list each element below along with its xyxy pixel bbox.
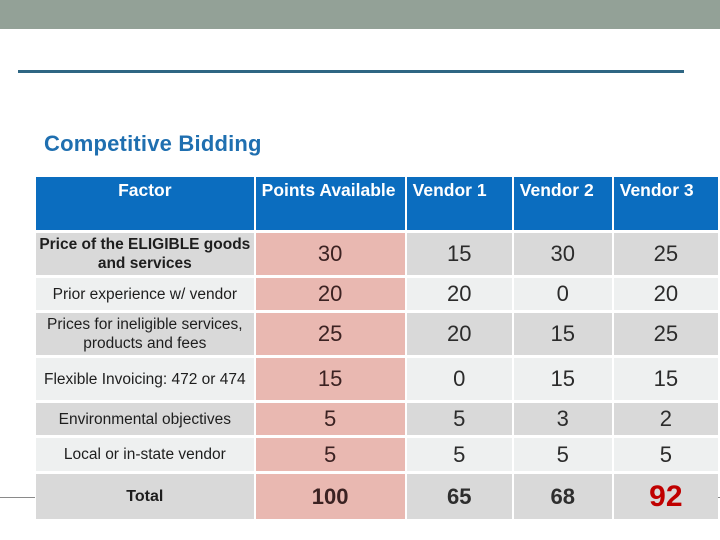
title-divider <box>18 70 684 73</box>
header-vendor-3: Vendor 3 <box>613 177 718 230</box>
vendor-1-cell: 20 <box>406 313 512 355</box>
vendor-3-cell: 2 <box>613 403 718 435</box>
points-cell: 20 <box>255 278 405 310</box>
vendor-1-cell: 15 <box>406 233 512 275</box>
vendor-1-cell: 5 <box>406 403 512 435</box>
vendor-2-cell: 15 <box>513 313 612 355</box>
header-vendor-2: Vendor 2 <box>513 177 612 230</box>
header-vendor-1: Vendor 1 <box>406 177 512 230</box>
slide-heading: Competitive Bidding <box>44 131 262 156</box>
factor-cell: Local or in-state vendor <box>36 438 254 471</box>
vendor-3-cell: 20 <box>613 278 718 310</box>
total-points: 100 <box>255 474 405 519</box>
bidding-table: Factor Points Available Vendor 1 Vendor … <box>34 174 720 522</box>
factor-cell: Flexible Invoicing: 472 or 474 <box>36 358 254 400</box>
total-label: Total <box>36 474 254 519</box>
table-row: Flexible Invoicing: 472 or 474 15 0 15 1… <box>36 358 718 400</box>
total-row: Total 100 65 68 92 <box>36 474 718 519</box>
table-row: Price of the ELIGIBLE goods and services… <box>36 233 718 275</box>
vendor-2-cell: 15 <box>513 358 612 400</box>
total-vendor-3-winner: 92 <box>613 474 718 519</box>
factor-cell: Price of the ELIGIBLE goods and services <box>36 233 254 275</box>
vendor-2-cell: 0 <box>513 278 612 310</box>
total-vendor-1: 65 <box>406 474 512 519</box>
vendor-3-cell: 25 <box>613 233 718 275</box>
vendor-3-cell: 25 <box>613 313 718 355</box>
vendor-2-cell: 5 <box>513 438 612 471</box>
vendor-1-cell: 20 <box>406 278 512 310</box>
points-cell: 25 <box>255 313 405 355</box>
table-row: Prices for ineligible services, products… <box>36 313 718 355</box>
factor-cell: Environmental objectives <box>36 403 254 435</box>
factor-cell: Prices for ineligible services, products… <box>36 313 254 355</box>
factor-cell: Prior experience w/ vendor <box>36 278 254 310</box>
points-cell: 30 <box>255 233 405 275</box>
vendor-3-cell: 5 <box>613 438 718 471</box>
header-factor: Factor <box>36 177 254 230</box>
points-cell: 15 <box>255 358 405 400</box>
total-vendor-2: 68 <box>513 474 612 519</box>
table-row: Local or in-state vendor 5 5 5 5 <box>36 438 718 471</box>
table-row: Prior experience w/ vendor 20 20 0 20 <box>36 278 718 310</box>
points-cell: 5 <box>255 438 405 471</box>
vendor-2-cell: 3 <box>513 403 612 435</box>
header-points-available: Points Available <box>255 177 405 230</box>
footer-rule-left <box>0 497 35 498</box>
vendor-3-cell: 15 <box>613 358 718 400</box>
header-row: Factor Points Available Vendor 1 Vendor … <box>36 177 718 230</box>
table-row: Environmental objectives 5 5 3 2 <box>36 403 718 435</box>
vendor-2-cell: 30 <box>513 233 612 275</box>
points-cell: 5 <box>255 403 405 435</box>
vendor-1-cell: 5 <box>406 438 512 471</box>
top-banner <box>0 0 720 29</box>
vendor-1-cell: 0 <box>406 358 512 400</box>
